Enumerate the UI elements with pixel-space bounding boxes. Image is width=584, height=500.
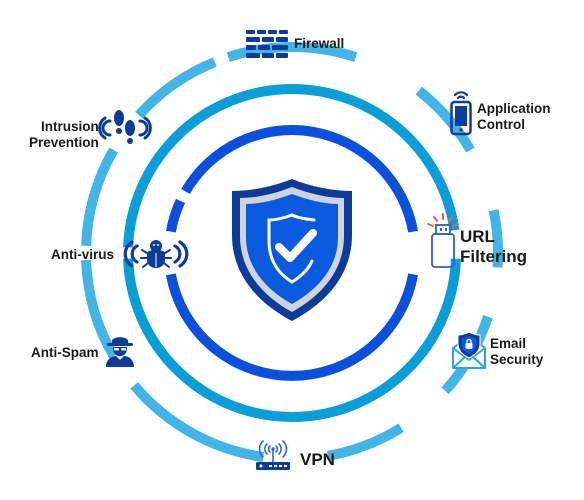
feature-label-application-control: Application Control [477, 101, 551, 132]
shield-check-icon [232, 179, 352, 321]
smartphone-signal-icon [450, 91, 472, 136]
feature-label-intrusion-prevention: Intrusion Prevention [29, 119, 99, 150]
security-diagram: Firewall Application Control URL Filteri… [0, 0, 584, 500]
feature-label-anti-virus: Anti-virus [51, 247, 115, 262]
footprints-signal-icon [98, 110, 152, 144]
ring-outer-arc [81, 147, 118, 247]
brick-wall-icon [246, 30, 288, 58]
bug-signal-icon [123, 240, 189, 268]
router-antenna-icon [256, 440, 290, 470]
ring-outer-arc [326, 423, 404, 461]
feature-label-email-security: Email Security [490, 336, 544, 367]
ring-outer-arc [130, 382, 264, 462]
ring-inner-arc [165, 198, 186, 233]
feature-label-firewall: Firewall [294, 36, 345, 51]
feature-label-url-filtering: URL Filtering [460, 227, 528, 266]
feature-label-vpn: VPN [300, 450, 335, 469]
feature-label-anti-spam: Anti-Spam [31, 345, 99, 360]
usb-drive-alert-icon [427, 213, 459, 268]
spy-hacker-icon [106, 337, 134, 367]
envelope-shield-icon [452, 331, 486, 369]
